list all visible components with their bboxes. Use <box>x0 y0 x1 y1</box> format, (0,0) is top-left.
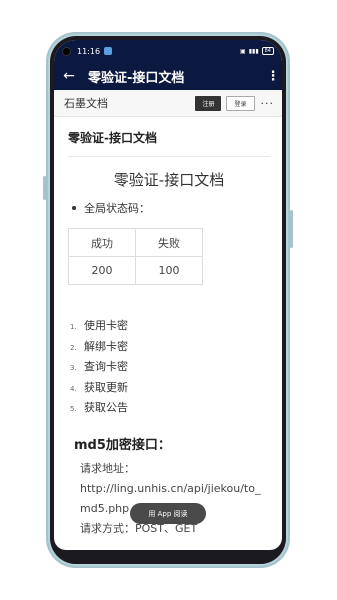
table-cell: 200 <box>68 256 136 285</box>
table-header-row: 成功 失败 <box>68 228 203 257</box>
status-icons: ▣ ▮▮▮ 84 <box>240 47 274 55</box>
volume-button <box>43 176 46 200</box>
ordered-list: 1. 使用卡密 2. 解绑卡密 3. 查询卡密 4. 获取更新 5. 获取公告 <box>68 317 270 420</box>
sim-icon: ▣ <box>240 47 246 55</box>
open-in-app-button[interactable]: 用 App 阅读 <box>130 503 206 524</box>
front-camera <box>62 46 71 56</box>
battery-icon: 84 <box>261 47 274 55</box>
list-item[interactable]: 4. 获取更新 <box>68 379 270 400</box>
power-button <box>290 210 293 248</box>
more-options-icon[interactable]: ··· <box>261 97 275 110</box>
list-item-label: 查询卡密 <box>84 360 128 373</box>
status-bar: 11:16 ▣ ▮▮▮ 84 <box>54 40 282 62</box>
status-code-label: 全局状态码： <box>84 202 150 215</box>
list-item[interactable]: 5. 获取公告 <box>68 399 270 420</box>
list-number: 2. <box>70 343 77 352</box>
list-item-label: 使用卡密 <box>84 319 128 332</box>
list-item[interactable]: 3. 查询卡密 <box>68 358 270 379</box>
document-title: 零验证-接口文档 <box>68 117 270 157</box>
register-button[interactable]: 注册 <box>195 95 222 111</box>
request-url-label: 请求地址： <box>80 461 135 475</box>
list-number: 5. <box>70 405 77 413</box>
table-row: 200 100 <box>68 256 203 285</box>
list-number: 4. <box>70 384 77 393</box>
list-number: 1. <box>70 323 77 331</box>
brand-logo-text[interactable]: 石墨文档 <box>64 95 195 111</box>
list-item: 全局状态码： <box>68 200 270 216</box>
list-item[interactable]: 2. 解绑卡密 <box>68 338 270 359</box>
notification-icon <box>104 47 113 55</box>
phone-frame: 11:16 ▣ ▮▮▮ 84 ← 零验证-接口文档 ⋮ 石墨文档 注册 登录 ·… <box>46 32 290 568</box>
list-item-label: 解绑卡密 <box>84 339 128 353</box>
table-header-cell: 失败 <box>135 228 203 257</box>
app-bar: ← 零验证-接口文档 ⋮ <box>54 62 282 90</box>
phone-bezel: 11:16 ▣ ▮▮▮ 84 ← 零验证-接口文档 ⋮ 石墨文档 注册 登录 ·… <box>50 36 286 564</box>
table-cell: 100 <box>135 256 203 285</box>
document-heading: 零验证-接口文档 <box>113 171 225 189</box>
login-button[interactable]: 登录 <box>226 95 255 111</box>
more-menu-icon[interactable]: ⋮ <box>264 69 282 84</box>
status-code-table: 成功 失败 200 100 <box>68 228 203 285</box>
back-arrow-icon[interactable]: ← <box>54 68 84 84</box>
site-header: 石墨文档 注册 登录 ··· <box>54 90 282 117</box>
bullet-dot <box>72 206 76 210</box>
document-content: 零验证-接口文档 零验证-接口文档 全局状态码： 成功 失败 200 100 1… <box>54 117 282 539</box>
phone-screen: 11:16 ▣ ▮▮▮ 84 ← 零验证-接口文档 ⋮ 石墨文档 注册 登录 ·… <box>54 40 282 550</box>
phone-chin <box>50 554 286 564</box>
app-bar-title: 零验证-接口文档 <box>88 70 185 86</box>
table-header-cell: 成功 <box>68 228 136 257</box>
list-number: 3. <box>70 364 77 372</box>
list-item-label: 获取更新 <box>84 380 128 394</box>
list-item-label: 获取公告 <box>84 401 128 414</box>
status-time: 11:16 <box>77 46 101 56</box>
list-item[interactable]: 1. 使用卡密 <box>68 317 270 338</box>
signal-icon: ▮▮▮ <box>248 47 259 55</box>
section-heading: md5加密接口： <box>74 437 171 453</box>
